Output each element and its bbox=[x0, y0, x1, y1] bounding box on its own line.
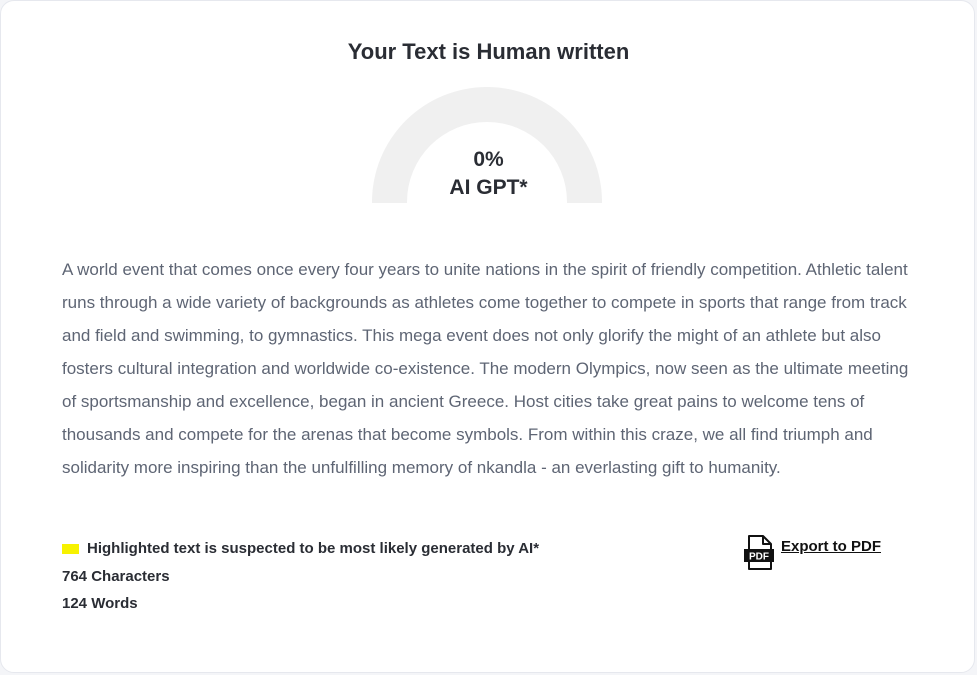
character-count: 764 Characters bbox=[62, 568, 170, 585]
pdf-file-icon: PDF bbox=[744, 535, 774, 570]
export-to-pdf-button[interactable]: PDF Export to PDF bbox=[743, 535, 881, 571]
highlight-swatch bbox=[62, 543, 79, 554]
export-to-pdf-label[interactable]: Export to PDF bbox=[781, 538, 881, 555]
result-title: Your Text is Human written bbox=[347, 39, 630, 64]
legend-text: Highlighted text is suspected to be most… bbox=[87, 540, 540, 557]
gauge-percent: 0% bbox=[473, 148, 504, 171]
word-count: 124 Words bbox=[62, 595, 138, 612]
analyzed-text: A world event that comes once every four… bbox=[62, 260, 909, 477]
highlight-legend: Highlighted text is suspected to be most… bbox=[62, 540, 539, 557]
result-card: Your Text is Human written 0% AI GPT* A … bbox=[0, 0, 975, 673]
gauge-label: AI GPT* bbox=[449, 176, 528, 199]
pdf-icon-label: PDF bbox=[749, 552, 769, 563]
